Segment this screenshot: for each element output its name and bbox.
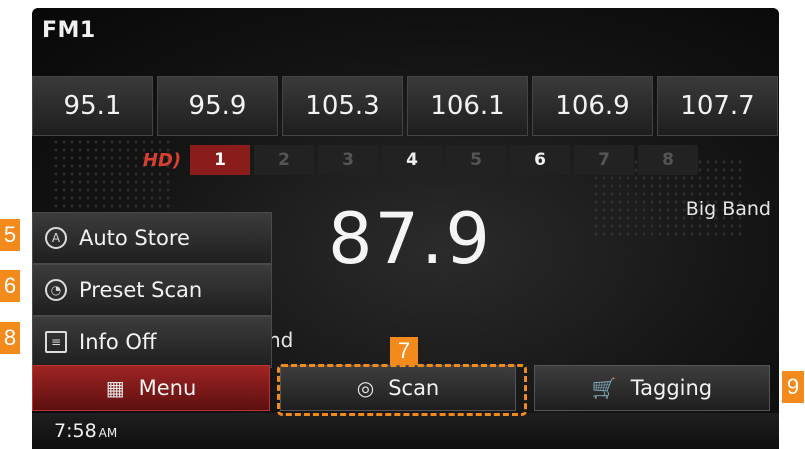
page-5[interactable]: 5 [446,145,506,175]
current-frequency: 87.9 [328,198,492,280]
band-title: FM1 [42,18,96,43]
tagging-label: Tagging [630,376,713,400]
page-7[interactable]: 7 [574,145,634,175]
page-6[interactable]: 6 [510,145,570,175]
callout-9: 9 [782,371,804,403]
menu-grid-icon: ▦ [105,376,125,400]
preset-button-6[interactable]: 107.7 [657,76,778,136]
menu-button[interactable]: ▦ Menu [32,365,270,411]
callout-8: 8 [0,322,20,354]
preset-scan-label: Preset Scan [79,278,203,302]
clock-ampm: AM [98,426,118,440]
info-off-icon: ≡ [45,331,67,353]
page-2[interactable]: 2 [254,145,314,175]
clock: 7:58 AM [54,420,117,442]
preset-scan-button[interactable]: ◔ Preset Scan [32,264,272,316]
page-1[interactable]: 1 [190,145,250,175]
page-3[interactable]: 3 [318,145,378,175]
page-4[interactable]: 4 [382,145,442,175]
preset-button-2[interactable]: 95.9 [157,76,278,136]
auto-store-icon: A [45,227,67,249]
callout-6: 6 [0,270,20,302]
auto-store-button[interactable]: A Auto Store [32,212,272,264]
preset-button-3[interactable]: 105.3 [282,76,403,136]
tagging-button[interactable]: 🛒 Tagging [534,365,770,411]
auto-store-label: Auto Store [79,226,190,250]
status-bar: 7:58 AM [32,413,779,449]
callout-7: 7 [390,337,418,365]
station-genre: Big Band [685,198,771,220]
tagging-cart-icon: 🛒 [591,376,617,400]
preset-scan-icon: ◔ [45,279,67,301]
preset-button-4[interactable]: 106.1 [407,76,528,136]
preset-bar: 95.1 95.9 105.3 106.1 106.9 107.7 [32,76,779,138]
callout-5: 5 [0,219,20,251]
menu-label: Menu [138,376,197,400]
preset-button-5[interactable]: 106.9 [532,76,653,136]
info-off-label: Info Off [79,330,157,354]
preset-button-1[interactable]: 95.1 [32,76,153,136]
info-off-button[interactable]: ≡ Info Off [32,316,272,368]
page-8[interactable]: 8 [638,145,698,175]
clock-time: 7:58 [54,420,97,442]
hd-radio-icon: HD) [142,149,182,171]
scan-highlight-box [277,364,527,416]
